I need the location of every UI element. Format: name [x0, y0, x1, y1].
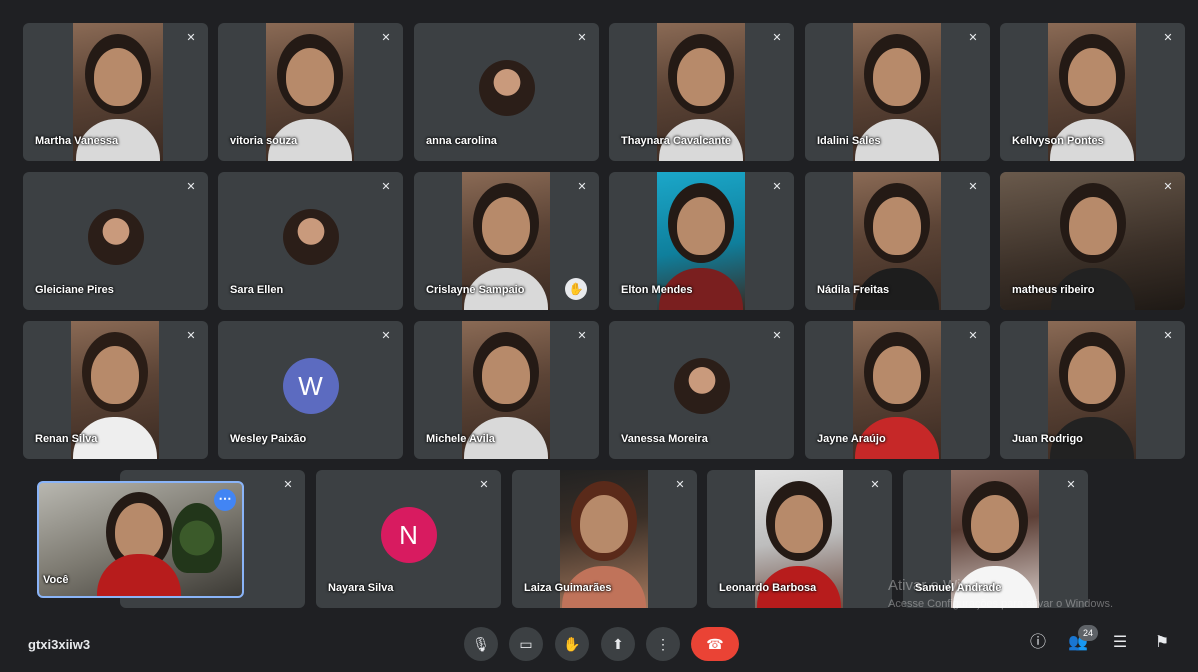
people-icon[interactable]: 👥 24 — [1066, 625, 1098, 655]
mic-icon[interactable]: 🎙 — [464, 627, 498, 661]
participant-name: Nayara Silva — [328, 582, 394, 594]
mic-off-icon: ✕ — [968, 181, 978, 193]
mic-off-icon: ✕ — [1066, 479, 1076, 491]
participant-tile[interactable]: W ✕ Wesley Paixão — [218, 321, 403, 459]
avatar — [282, 209, 339, 265]
participant-tile[interactable]: ✕ Michele Avila — [414, 321, 599, 459]
participant-name: Idalini Sales — [817, 135, 881, 147]
participant-tile[interactable]: ✕ Idalini Sales — [805, 23, 990, 161]
participant-name: Gleiciane Pires — [35, 284, 114, 296]
participant-tile[interactable]: ✕ Nádila Freitas — [805, 172, 990, 310]
mic-off-icon: ✕ — [772, 32, 782, 44]
mic-off-icon: ✕ — [1163, 181, 1173, 193]
participant-name: Sara Ellen — [230, 284, 284, 296]
mic-off-icon: ✕ — [675, 479, 685, 491]
self-name: Você — [43, 574, 69, 586]
windows-activation-subtitle: Acesse Configurações para ativar o Windo… — [888, 598, 1113, 610]
info-icon[interactable]: ⓘ — [1026, 631, 1050, 655]
mic-off-icon: ✕ — [283, 479, 293, 491]
participant-tile[interactable]: ✕ Leonardo Barbosa — [707, 470, 892, 608]
mic-off-icon: ✕ — [772, 181, 782, 193]
raised-hand-icon: ✋ — [565, 278, 587, 300]
participant-name: Renan Silva — [35, 433, 98, 445]
participant-tile[interactable]: ✕ Elton Mendes — [609, 172, 794, 310]
camera-icon[interactable]: ▭ — [509, 627, 543, 661]
participant-tile[interactable]: ✕ matheus ribeiro — [1000, 172, 1185, 310]
more-options-icon[interactable]: ⋮ — [646, 627, 680, 661]
participant-tile[interactable]: ✕ Sara Ellen — [218, 172, 403, 310]
mic-off-icon: ✕ — [870, 479, 880, 491]
participant-name: Nádila Freitas — [817, 284, 890, 296]
raise-hand-icon[interactable]: ✋ — [555, 627, 589, 661]
participant-name: Vanessa Moreira — [621, 433, 708, 445]
chat-icon[interactable]: ☰ — [1108, 631, 1132, 655]
meeting-controls-bar: gtxi3xiiw3 🎙 ▭ ✋ ⬆ ⋮ ☎ ⓘ 👥 24 ☰ ⚑ — [0, 615, 1198, 672]
participant-tile[interactable]: ✕ ✋ Crislayne Sampaio — [414, 172, 599, 310]
mic-off-icon: ✕ — [968, 32, 978, 44]
participant-count-badge: 24 — [1078, 625, 1098, 641]
mic-off-icon: ✕ — [381, 330, 391, 342]
present-screen-icon[interactable]: ⬆ — [601, 627, 635, 661]
participant-tile[interactable]: ✕ Jayne Araújo — [805, 321, 990, 459]
avatar: N — [380, 507, 437, 563]
avatar — [87, 209, 144, 265]
mic-off-icon: ✕ — [577, 181, 587, 193]
participant-name: anna carolina — [426, 135, 497, 147]
participant-name: Juan Rodrigo — [1012, 433, 1083, 445]
mic-off-icon: ✕ — [186, 181, 196, 193]
participant-tile[interactable]: ✕ Kellvyson Pontes — [1000, 23, 1185, 161]
avatar — [478, 60, 535, 116]
participant-name: Martha Vanessa — [35, 135, 119, 147]
participant-tile[interactable]: ✕ Juan Rodrigo — [1000, 321, 1185, 459]
participant-name: Wesley Paixão — [230, 433, 307, 445]
participant-tile[interactable]: ✕ Vanessa Moreira — [609, 321, 794, 459]
participant-tile[interactable]: ✕ Gleiciane Pires — [23, 172, 208, 310]
avatar — [673, 358, 730, 414]
participant-name: vitoria souza — [230, 135, 298, 147]
mic-off-icon: ✕ — [186, 32, 196, 44]
participant-tile[interactable]: N ✕ Nayara Silva — [316, 470, 501, 608]
participant-tile[interactable]: ✕ Thaynara Cavalcante — [609, 23, 794, 161]
participant-tile[interactable]: ✕ Renan Silva — [23, 321, 208, 459]
end-call-icon[interactable]: ☎ — [691, 627, 739, 661]
more-options-icon[interactable]: ⋯ — [214, 489, 236, 511]
avatar: W — [282, 358, 339, 414]
mic-off-icon: ✕ — [772, 330, 782, 342]
participant-name: Elton Mendes — [621, 284, 693, 296]
mic-off-icon: ✕ — [577, 32, 587, 44]
activities-icon[interactable]: ⚑ — [1150, 631, 1174, 655]
mic-off-icon: ✕ — [577, 330, 587, 342]
participant-name: Laiza Guimarães — [524, 582, 612, 594]
meeting-code: gtxi3xiiw3 — [28, 637, 91, 652]
participant-name: Jayne Araújo — [817, 433, 886, 445]
participant-tile[interactable]: ✕ Laiza Guimarães — [512, 470, 697, 608]
mic-off-icon: ✕ — [1163, 330, 1173, 342]
participant-name: matheus ribeiro — [1012, 284, 1095, 296]
participant-name: Leonardo Barbosa — [719, 582, 817, 594]
participant-name: Thaynara Cavalcante — [621, 135, 732, 147]
mic-off-icon: ✕ — [381, 32, 391, 44]
self-view-tile[interactable]: ⋯ Você — [37, 481, 244, 598]
participant-tile[interactable]: ✕ anna carolina — [414, 23, 599, 161]
participant-tile[interactable]: ✕ Martha Vanessa — [23, 23, 208, 161]
mic-off-icon: ✕ — [479, 479, 489, 491]
participant-name: Michele Avila — [426, 433, 495, 445]
mic-off-icon: ✕ — [381, 181, 391, 193]
windows-activation-title: Ativar o Windows — [888, 577, 1004, 594]
participant-name: Kellvyson Pontes — [1012, 135, 1104, 147]
mic-off-icon: ✕ — [1163, 32, 1173, 44]
mic-off-icon: ✕ — [186, 330, 196, 342]
mic-off-icon: ✕ — [968, 330, 978, 342]
participant-name: Crislayne Sampaio — [426, 284, 525, 296]
participant-tile[interactable]: ✕ vitoria souza — [218, 23, 403, 161]
